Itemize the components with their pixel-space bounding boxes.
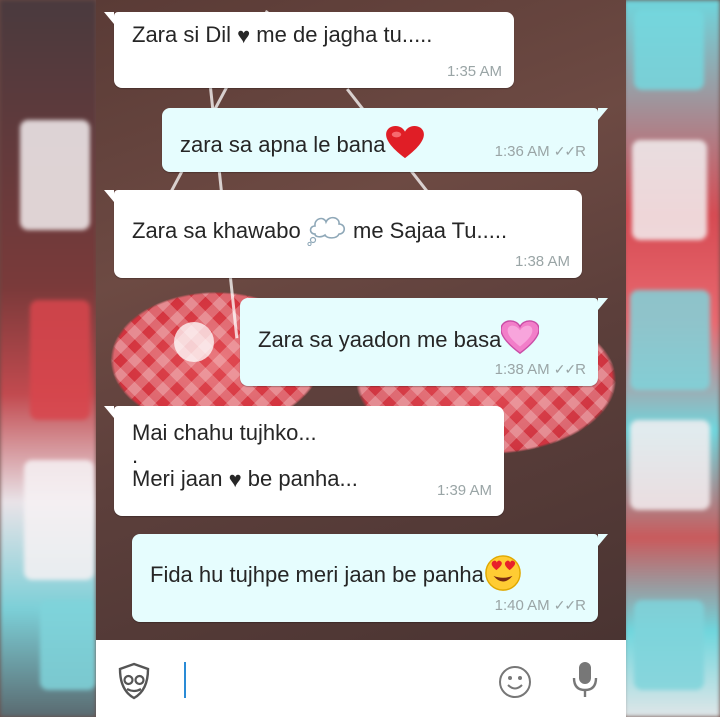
message-text: be panha...	[241, 466, 358, 491]
message-text: Zara si Dil	[132, 22, 238, 47]
message-bubble-incoming[interactable]: Zara si Dil ♥ me de jagha tu..... 1:35 A…	[104, 12, 514, 88]
red-heart-icon	[385, 126, 424, 166]
message-time: 1:40 AM	[494, 597, 550, 614]
message-bubble-incoming[interactable]: Zara sa khawabo me Sajaa Tu..... 1:38 AM	[104, 190, 582, 278]
message-text: zara sa apna le bana	[180, 131, 386, 157]
message-input-bar	[96, 640, 626, 717]
message-text: Zara sa khawabo	[132, 217, 307, 243]
blurred-background-left	[0, 0, 96, 717]
message-text: Mai chahu tujhko...	[132, 420, 317, 445]
message-status: R	[575, 361, 586, 378]
text-cursor	[184, 662, 186, 698]
black-heart-icon: ♥	[228, 467, 242, 493]
message-text: me Sajaa Tu.....	[346, 217, 508, 243]
read-receipt-icon: ✓✓	[553, 597, 576, 613]
bow-knot	[174, 322, 214, 362]
message-bubble-outgoing[interactable]: zara sa apna le bana 1:36 AM ✓✓R	[162, 108, 608, 172]
black-heart-icon: ♥	[237, 23, 251, 49]
message-input[interactable]	[180, 658, 484, 702]
chat-background: Zara si Dil ♥ me de jagha tu..... 1:35 A…	[96, 0, 626, 640]
read-receipt-icon: ✓✓	[553, 361, 576, 377]
message-status: R	[575, 143, 586, 160]
message-status: R	[575, 597, 586, 614]
thought-balloon-icon	[307, 212, 347, 252]
incognito-mask-icon[interactable]	[116, 662, 152, 705]
read-receipt-icon: ✓✓	[553, 143, 576, 159]
smiley-icon[interactable]	[498, 665, 532, 704]
microphone-icon[interactable]	[570, 660, 600, 705]
message-text: Zara sa yaadon me basa	[258, 326, 502, 352]
message-time: 1:38 AM	[494, 361, 550, 378]
message-time: 1:39 AM	[436, 482, 492, 499]
message-text: me de jagha tu.....	[250, 22, 433, 47]
message-bubble-outgoing[interactable]: Fida hu tujhpe meri jaan be panha 1:40 A…	[132, 534, 608, 622]
message-text: Fida hu tujhpe meri jaan be panha	[150, 561, 484, 587]
message-text: Meri jaan	[132, 466, 229, 491]
message-bubble-incoming[interactable]: Mai chahu tujhko... . Meri jaan ♥ be pan…	[104, 406, 504, 516]
message-bubble-outgoing[interactable]: Zara sa yaadon me basa 1:38 AM ✓✓R	[240, 298, 608, 386]
message-time: 1:38 AM	[514, 253, 570, 270]
message-time: 1:35 AM	[446, 63, 502, 80]
message-time: 1:36 AM	[494, 143, 550, 160]
message-text: .	[132, 443, 139, 468]
blurred-background-right	[624, 0, 720, 717]
